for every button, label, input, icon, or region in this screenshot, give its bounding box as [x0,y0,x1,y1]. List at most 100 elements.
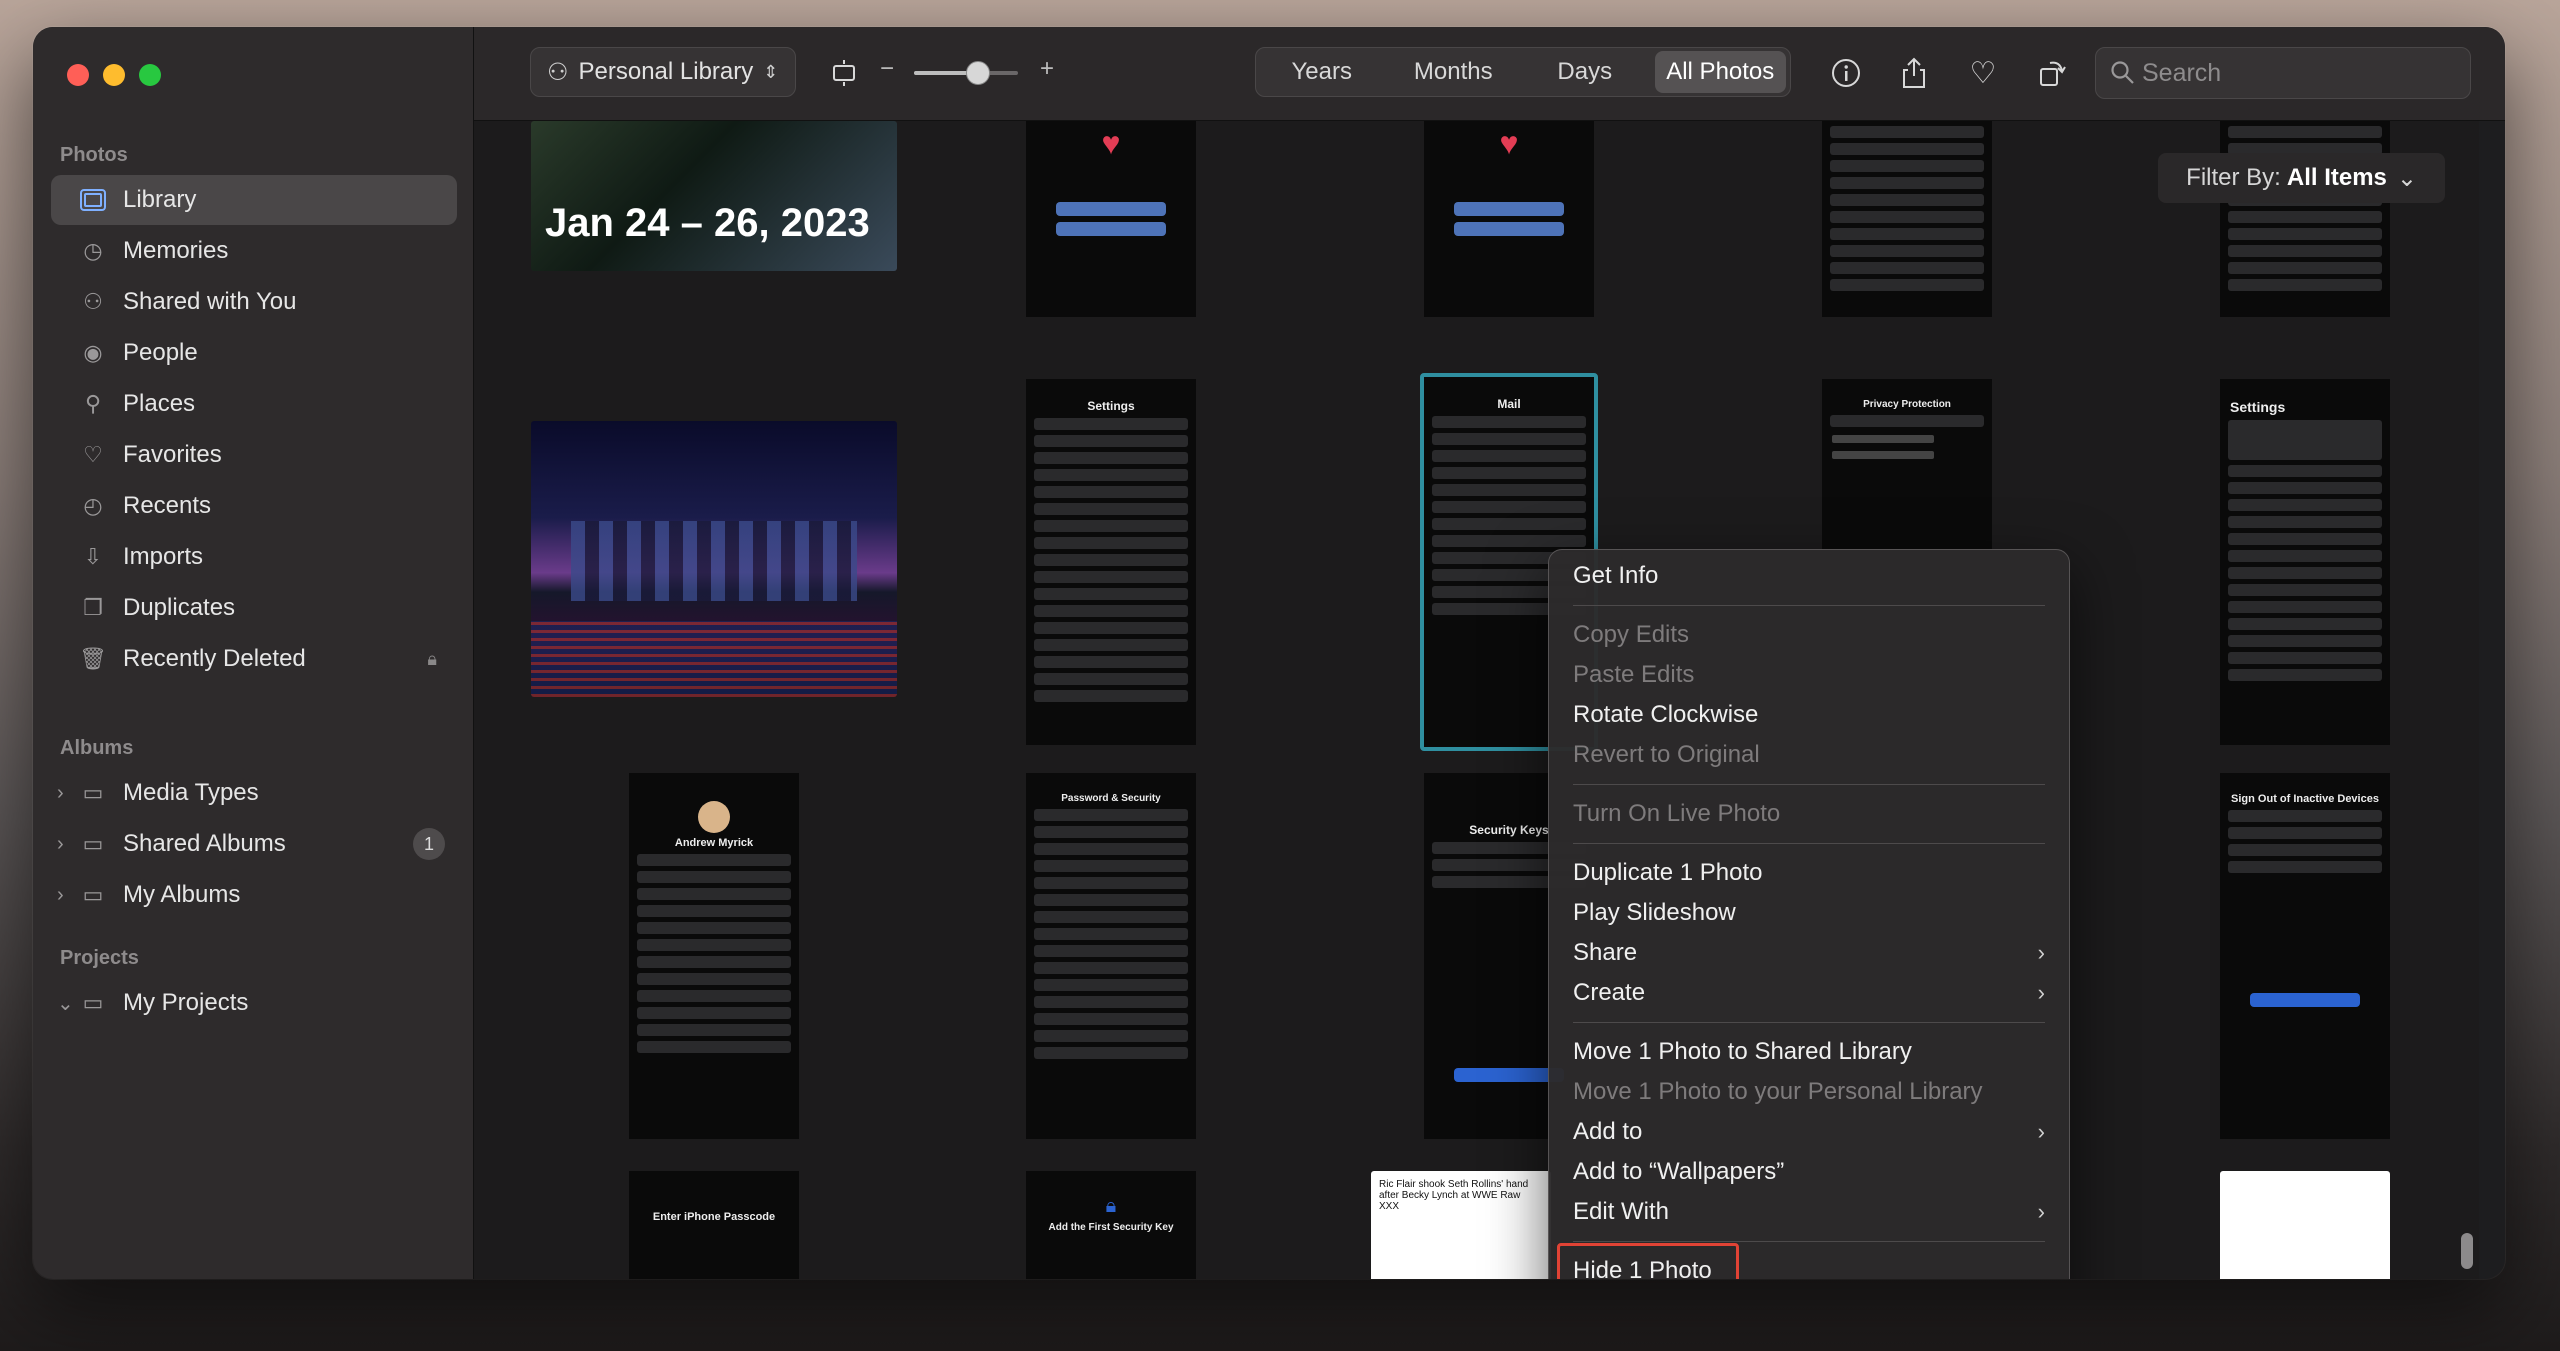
chevron-down-icon[interactable]: ⌄ [57,991,74,1016]
lock-icon: 🔒︎ [1105,1195,1117,1217]
sidebar-item-memories[interactable]: ◷ Memories [51,226,457,276]
people-icon: ◉ [83,340,103,365]
screenshot-thumbnail[interactable]: Sign Out of Inactive Devices [2220,773,2390,1139]
water-reflection-shape [531,621,897,697]
lock-icon: 🔒︎ [427,648,437,669]
menu-item-label: Move 1 Photo to Shared Library [1573,1038,1912,1065]
chevron-right-icon[interactable]: › [57,833,64,856]
duplicates-icon: ❐ [83,595,103,620]
date-range-title: Jan 24 – 26, 2023 [545,201,870,245]
screenshot-thumbnail[interactable] [1822,121,1992,317]
sidebar: Photos Library ◷ Memories ⚇ Shared with … [33,27,474,1279]
screenshot-thumbnail[interactable]: Settings [2220,379,2390,745]
tab-months[interactable]: Months [1388,58,1520,86]
skyline-shape [571,521,857,601]
photo-thumbnail[interactable]: Jan 24 – 26, 2023 [531,121,897,271]
sidebar-section-photos: Photos [60,144,128,166]
aspect-ratio-icon[interactable] [824,53,864,93]
chevron-right-icon[interactable]: › [57,884,64,907]
sidebar-item-shared-with-you[interactable]: ⚇ Shared with You [51,277,457,327]
sidebar-item-shared-albums[interactable]: › ▭ Shared Albums 1 [51,819,457,869]
screenshot-thumbnail[interactable]: 🔒︎ Add the First Security Key [1026,1171,1196,1279]
photo-thumbnail-city-night[interactable] [531,421,897,697]
zoom-window-button[interactable] [139,64,161,86]
sidebar-item-label: Favorites [123,441,222,468]
tab-all-photos[interactable]: All Photos [1654,51,1786,93]
rotate-icon[interactable] [2032,53,2072,93]
menu-item-share[interactable]: Share › [1549,933,2069,973]
count-badge: 1 [413,828,445,860]
sidebar-item-library[interactable]: Library [51,175,457,225]
sidebar-item-label: Media Types [123,779,259,806]
search-field[interactable]: Search [2095,47,2471,99]
screenshot-title: Andrew Myrick [674,837,754,849]
zoom-slider[interactable] [914,61,1018,85]
sidebar-item-favorites[interactable]: ♡ Favorites [51,430,457,480]
menu-item-label: Rotate Clockwise [1573,701,1759,728]
screenshot-thumbnail-notes[interactable] [2220,1171,2390,1279]
close-window-button[interactable] [67,64,89,86]
heart-icon: ♡ [83,442,103,467]
screenshot-thumbnail[interactable]: Password & Security [1026,773,1196,1139]
favorite-heart-icon[interactable]: ♡ [1963,53,2003,93]
menu-item-label: Move 1 Photo to your Personal Library [1573,1078,1983,1105]
sidebar-item-label: Recents [123,492,212,519]
info-icon[interactable] [1826,53,1866,93]
screenshot-thumbnail[interactable]: Settings [1026,379,1196,745]
menu-item-duplicate-1-photo[interactable]: Duplicate 1 Photo [1549,853,2069,893]
chevron-right-icon: › [2037,980,2045,1005]
sidebar-item-media-types[interactable]: › ▭ Media Types [51,768,457,818]
menu-item-add-to[interactable]: Add to › [1549,1112,2069,1152]
menu-item-get-info[interactable]: Get Info [1549,556,2069,596]
folder-icon: ▭ [82,882,104,907]
library-switcher[interactable]: ⚇ Personal Library ⇕ [530,47,796,97]
sidebar-item-label: Recently Deleted [123,645,306,672]
zoom-out-button[interactable]: − [880,55,894,83]
sidebar-item-recents[interactable]: ◴ Recents [51,481,457,531]
chevron-right-icon[interactable]: › [57,782,64,805]
zoom-in-button[interactable]: + [1040,55,1054,83]
health-heart-icon: ♥ [1101,125,1121,161]
screenshot-thumbnail[interactable]: Enter iPhone Passcode [629,1171,799,1279]
screenshot-thumbnail[interactable] [2220,121,2390,317]
sidebar-item-my-projects[interactable]: ⌄ ▭ My Projects [51,978,457,1028]
menu-item-rotate-clockwise[interactable]: Rotate Clockwise [1549,695,2069,735]
toolbar: ⚇ Personal Library ⇕ − + Years Months Da… [474,27,2505,121]
sidebar-section-projects: Projects [60,947,139,969]
menu-item-edit-with[interactable]: Edit With › [1549,1192,2069,1232]
menu-item-add-to-wallpapers[interactable]: Add to “Wallpapers” [1549,1152,2069,1192]
sidebar-item-my-albums[interactable]: › ▭ My Albums [51,870,457,920]
share-icon[interactable] [1894,53,1934,93]
menu-item-play-slideshow[interactable]: Play Slideshow [1549,893,2069,933]
screenshot-thumbnail[interactable]: Privacy Protection [1822,379,1992,559]
menu-item-hide-1-photo[interactable]: Hide 1 Photo [1549,1243,2069,1279]
sidebar-item-people[interactable]: ◉ People [51,328,457,378]
health-heart-icon: ♥ [1499,125,1519,161]
screenshot-title: Add the First Security Key [1048,1222,1174,1233]
menu-item-create[interactable]: Create › [1549,973,2069,1013]
sidebar-item-places[interactable]: ⚲ Places [51,379,457,429]
screenshot-title: Settings [2230,399,2286,415]
menu-item-move-1-photo-to-shared-library[interactable]: Move 1 Photo to Shared Library [1549,1032,2069,1072]
filter-dropdown[interactable]: Filter By: All Items ⌄ [2158,153,2445,203]
sidebar-item-imports[interactable]: ⇩ Imports [51,532,457,582]
screenshot-thumbnail[interactable]: ♥ [1424,121,1594,317]
screenshot-title: Sign Out of Inactive Devices [2231,793,2379,805]
minimize-window-button[interactable] [103,64,125,86]
library-switcher-label: Personal Library [578,58,754,85]
zoom-slider-knob[interactable] [966,61,990,85]
folder-icon: ▭ [82,990,104,1015]
sidebar-item-duplicates[interactable]: ❐ Duplicates [51,583,457,633]
scrollbar[interactable] [2461,1233,2473,1269]
menu-item-label: Edit With [1573,1198,1670,1225]
tab-years[interactable]: Years [1256,58,1388,86]
window-controls [67,64,161,86]
screenshot-thumbnail[interactable]: Andrew Myrick [629,773,799,1139]
sidebar-item-label: Imports [123,543,204,570]
tab-days[interactable]: Days [1519,58,1651,86]
sidebar-item-label: Shared with You [123,288,297,315]
sidebar-item-recently-deleted[interactable]: 🗑︎ Recently Deleted 🔒︎ [51,634,457,684]
menu-item-turn-on-live-photo: Turn On Live Photo [1549,794,2069,834]
screenshot-thumbnail[interactable]: ♥ [1026,121,1196,317]
screenshot-thumbnail-news[interactable]: Ric Flair shook Seth Rollins' hand after… [1371,1171,1551,1279]
